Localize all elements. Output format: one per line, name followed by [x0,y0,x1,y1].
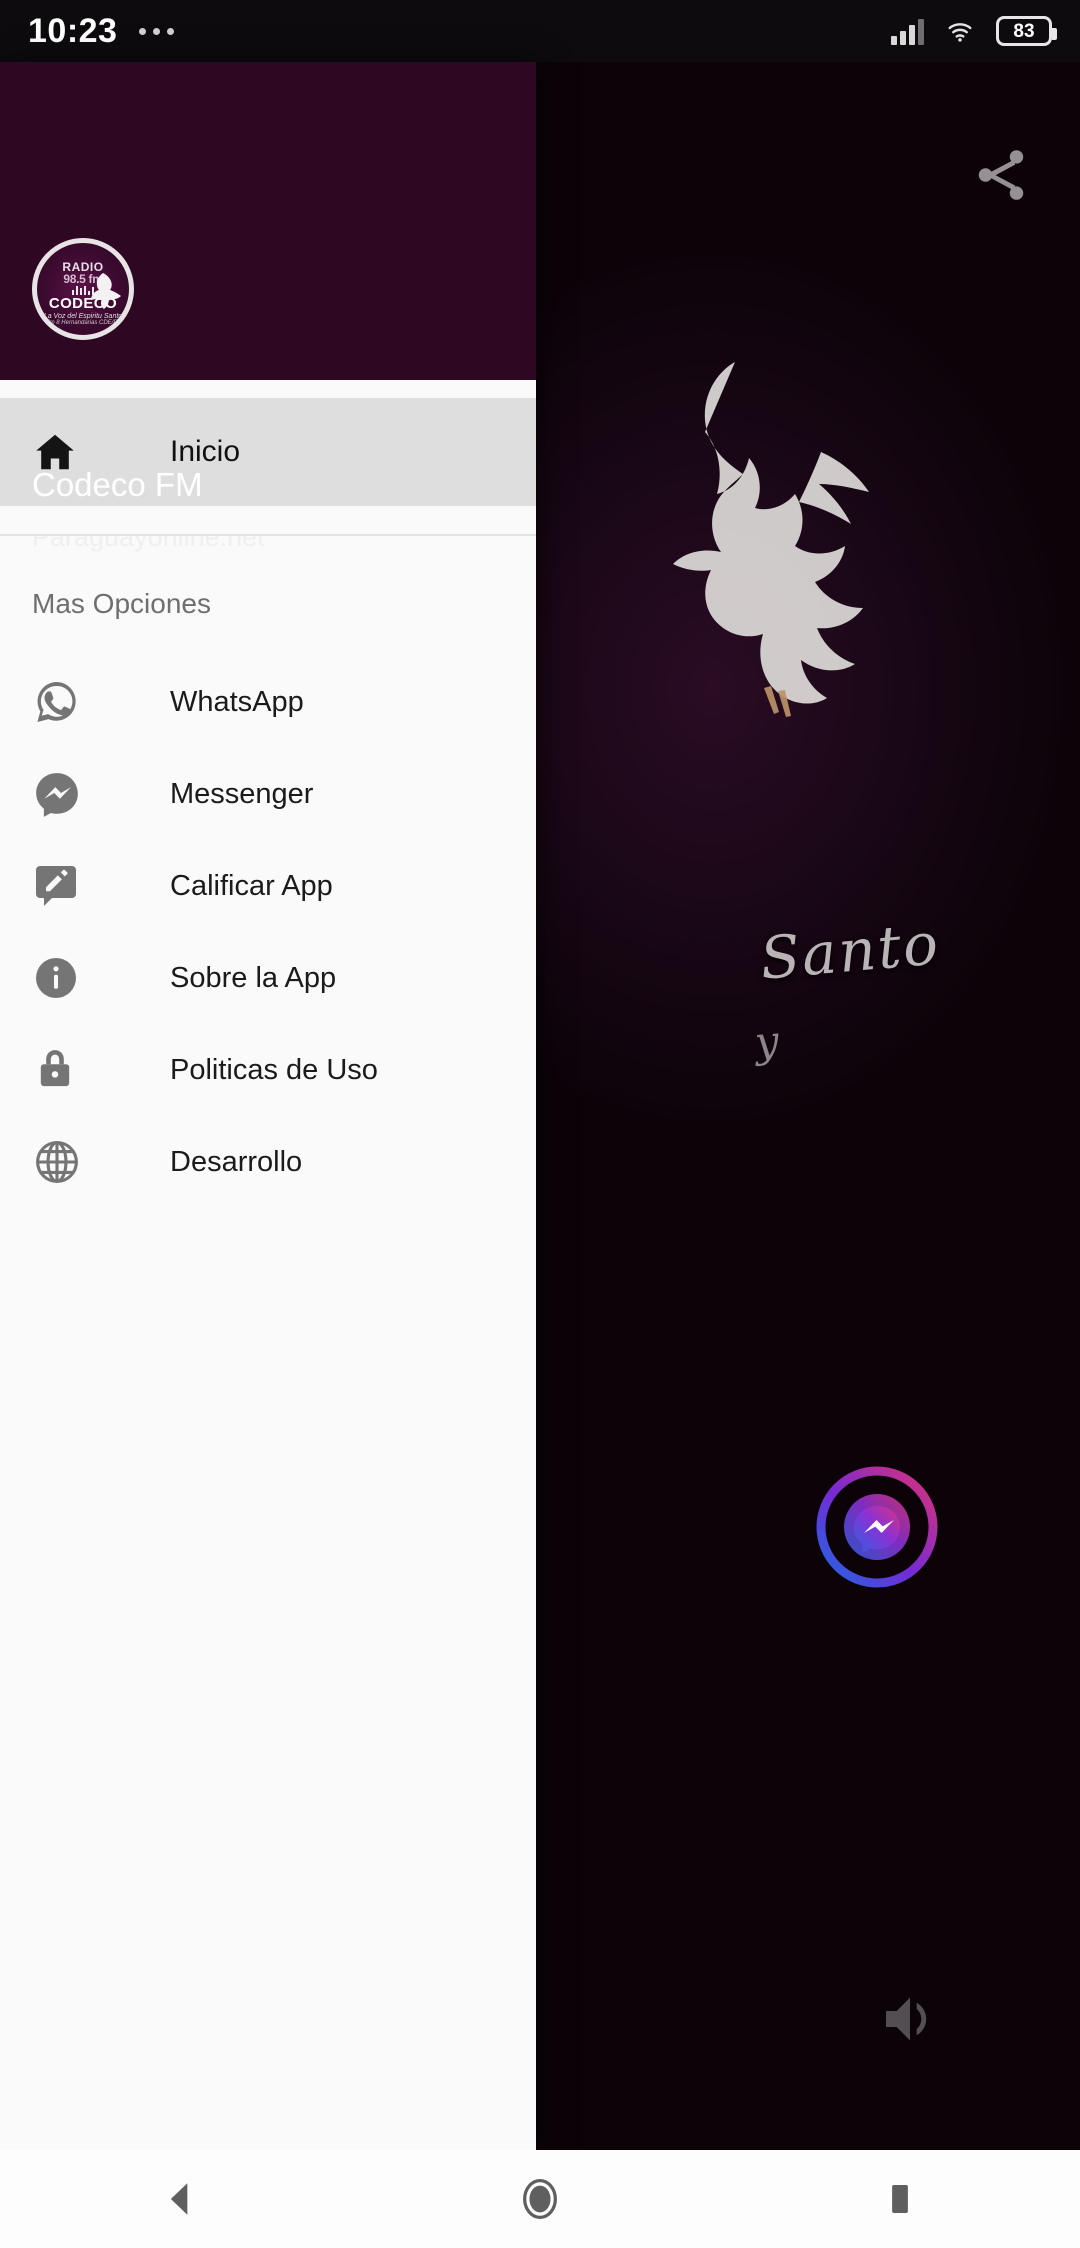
sidebar-item-calificar-app[interactable]: Calificar App [0,840,536,932]
drawer-item-list: WhatsApp Messenger Calificar App Sobre l… [0,656,536,1208]
sidebar-item-label: Inicio [170,435,241,468]
cellular-signal-icon [891,17,924,45]
sidebar-item-desarrollo[interactable]: Desarrollo [0,1116,536,1208]
rate-review-icon [32,862,116,910]
messenger-chat-head-icon[interactable] [812,1462,942,1592]
page-title: Codeco FM [32,466,203,503]
artwork-text-secondary: y [752,1016,781,1067]
dove-icon [673,362,869,717]
logo-dove-icon [91,273,121,309]
sidebar-item-label: Desarrollo [170,1145,303,1178]
radio-station-logo: RADIO 98.5 fm CODECO La Voz del Espiritu… [32,238,134,340]
messenger-icon [32,769,116,819]
lock-icon [32,1047,116,1093]
logo-tagline-1: La Voz del Espiritu Santo [43,312,123,320]
sidebar-item-label: WhatsApp [170,685,304,718]
home-nav-icon[interactable] [465,2150,615,2248]
artwork-text-santo: Santo [757,909,943,993]
android-navigation-bar [0,2150,1080,2248]
globe-icon [32,1137,116,1187]
sidebar-item-label: Calificar App [170,869,333,902]
drawer-header-gap [0,380,536,398]
sidebar-item-sobre-la-app[interactable]: Sobre la App [0,932,536,1024]
status-bar-left: 10:23 [28,12,175,50]
sidebar-item-label: Sobre la App [170,961,337,994]
wifi-icon [948,23,972,42]
sidebar-item-politicas-de-uso[interactable]: Politicas de Uso [0,1024,536,1116]
sidebar-item-whatsapp[interactable]: WhatsApp [0,656,536,748]
recents-nav-icon[interactable] [825,2150,975,2248]
status-bar-right: 83 [891,16,1057,46]
battery-level: 83 [1013,20,1035,42]
battery-icon: 83 [996,16,1057,46]
sidebar-item-label: Messenger [170,777,314,810]
sidebar-item-label: Politicas de Uso [170,1053,378,1086]
status-bar: 10:23 83 [0,0,1080,62]
logo-tagline-2: Km 8 Hernandarias CDE/Py [45,319,121,326]
drawer-header: RADIO 98.5 fm CODECO La Voz del Espiritu… [0,62,536,552]
whatsapp-icon [32,677,116,727]
back-nav-icon[interactable] [105,2150,255,2248]
volume-up-icon[interactable] [878,1987,942,2051]
navigation-drawer: RADIO 98.5 fm CODECO La Voz del Espiritu… [0,62,536,2150]
more-notifications-icon [139,27,175,35]
drawer-divider [0,506,536,536]
status-bar-clock: 10:23 [28,12,118,50]
phone-screen: Santo y 10:23 83 RADIO 98.5 fm CODECO La… [0,0,1080,2248]
sidebar-item-messenger[interactable]: Messenger [0,748,536,840]
share-icon[interactable] [970,144,1032,206]
info-icon [32,954,116,1002]
